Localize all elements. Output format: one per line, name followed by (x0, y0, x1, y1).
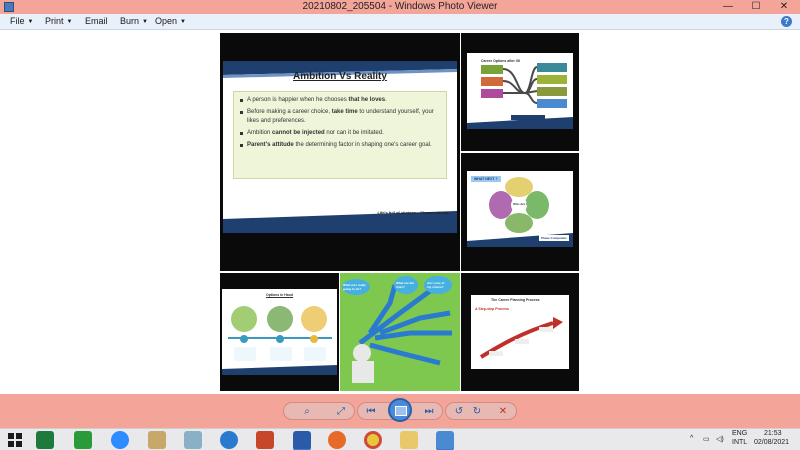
rotate-right-icon[interactable]: ↻ (468, 403, 486, 421)
career-options-graphic (467, 63, 573, 129)
bullet-item: A person is happier when he chooses that… (240, 96, 440, 105)
clock-date[interactable]: 02/08/2021 (754, 439, 789, 446)
spreadsheet-icon[interactable] (74, 431, 92, 449)
menu-file[interactable]: File ▼ (10, 16, 33, 26)
slide-career-options: Career Options after XII (461, 33, 579, 151)
fit-window-icon[interactable]: ⤢ (332, 403, 350, 421)
clock-time[interactable]: 21:53 (764, 430, 782, 437)
next-icon[interactable]: ⏭ (420, 403, 438, 421)
menu-open-label: Open (155, 16, 178, 26)
menu-open[interactable]: Open ▼ (155, 16, 186, 26)
snipping-tool-icon[interactable] (148, 431, 166, 449)
slide-title: Ambition Vs Reality (293, 71, 387, 82)
menu-email-label: Email (85, 16, 108, 26)
menu-email[interactable]: Email (85, 16, 108, 26)
word-icon[interactable] (293, 431, 311, 449)
menu-file-label: File (10, 16, 25, 26)
bullet-item: Parent's attitude the determining factor… (240, 141, 440, 150)
slide-ambition-vs-reality: Ambition Vs Reality A person is happier … (220, 33, 460, 271)
chevron-down-icon: ▼ (27, 18, 34, 25)
menu-burn[interactable]: Burn ▼ (120, 16, 148, 26)
close-button[interactable]: ✕ (770, 0, 798, 14)
volume-icon[interactable]: ◁) (716, 435, 724, 443)
chrome-icon[interactable] (364, 431, 382, 449)
minimize-button[interactable]: — (714, 0, 742, 14)
tray-chevron-icon[interactable]: ^ (690, 435, 693, 442)
bullet-item: Before making a career choice, take time… (240, 108, 440, 126)
chevron-down-icon: ▼ (66, 18, 73, 25)
slide-what-next: WHAT NEXT ? Who Am I Phase Companies (461, 153, 579, 271)
edit-group: ↺ ↻ ✕ (445, 402, 517, 420)
chevron-down-icon: ▼ (142, 18, 148, 25)
language-bottom[interactable]: INTL (732, 439, 747, 446)
slide-footer: Life's full of choices... Choose wisely.… (377, 210, 451, 215)
slideshow-button[interactable] (388, 398, 412, 422)
photo-viewer-taskbar-icon[interactable] (436, 431, 454, 449)
previous-icon[interactable]: ⏮ (362, 403, 380, 421)
question-bubble: Am I sure of my choice? (427, 281, 445, 289)
menu-burn-label: Burn (120, 16, 140, 26)
delete-icon[interactable]: ✕ (494, 403, 512, 421)
slide-options-in-hand: Options in Hand (220, 273, 339, 391)
internet-explorer-icon[interactable] (220, 431, 238, 449)
title-bar: 20210802_205504 - Windows Photo Viewer —… (0, 0, 800, 14)
network-icon[interactable]: ▭ (703, 435, 710, 443)
windows-start-icon[interactable] (6, 431, 24, 449)
zoom-group: ⌕ ⤢ (283, 402, 355, 420)
what-next-center: Who Am I (513, 202, 527, 206)
help-icon[interactable]: ? (781, 16, 792, 27)
bullet-list: A person is happier when he chooses that… (233, 91, 447, 179)
powerpoint-icon[interactable] (256, 431, 274, 449)
language-top[interactable]: ENG (732, 430, 747, 437)
playback-controls: ⌕ ⤢ ⏮ ⏭ ↺ ↻ ✕ (0, 394, 800, 428)
excel-icon[interactable] (36, 431, 54, 449)
chevron-down-icon: ▼ (180, 18, 186, 25)
menu-bar: File ▼ Print ▼ Email Burn ▼ Open ▼ ? (0, 14, 800, 30)
options-in-hand-graphic (222, 306, 337, 375)
bullet-item: Ambition cannot be injected nor can it b… (240, 129, 440, 138)
question-bubble: What are the risks? (396, 281, 415, 289)
menu-print[interactable]: Print ▼ (45, 16, 72, 26)
question-bubble: What am I really going to do? (343, 283, 366, 291)
window-title: 20210802_205504 - Windows Photo Viewer (302, 1, 498, 12)
slide-questions: What am I really going to do? What are t… (340, 273, 460, 391)
menu-print-label: Print (45, 16, 64, 26)
file-explorer-icon[interactable] (400, 431, 418, 449)
firefox-icon[interactable] (328, 431, 346, 449)
zoom-app-icon[interactable] (111, 431, 129, 449)
rotate-left-icon[interactable]: ↺ (450, 403, 468, 421)
maximize-button[interactable]: ☐ (742, 0, 770, 14)
image-viewport: Ambition Vs Reality A person is happier … (0, 31, 800, 394)
slide-planning-process: The Career Planning Process A Step-step … (461, 273, 579, 391)
zoom-icon[interactable]: ⌕ (298, 403, 316, 421)
taskbar: ^ ▭ ◁) ENG INTL 21:53 02/08/2021 (0, 428, 800, 450)
planning-graphic (479, 317, 563, 359)
what-next-caption: Phase Companies (541, 236, 567, 240)
paint-icon[interactable] (184, 431, 202, 449)
